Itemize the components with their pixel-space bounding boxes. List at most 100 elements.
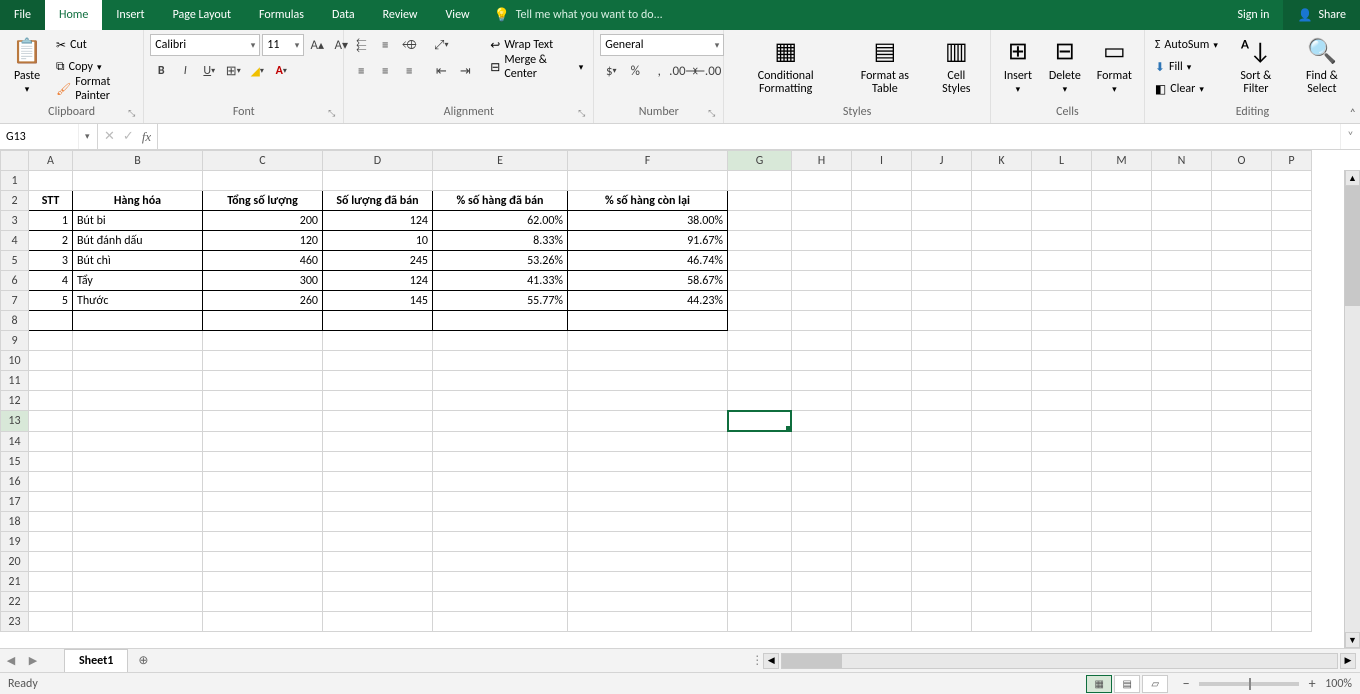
cell-F16[interactable] — [568, 472, 728, 492]
cell-I2[interactable] — [852, 191, 912, 211]
cell-H10[interactable] — [792, 351, 852, 371]
cell-F6[interactable]: 58.67% — [568, 271, 728, 291]
cell-L7[interactable] — [1032, 291, 1092, 311]
cell-C17[interactable] — [203, 492, 323, 512]
cell-I16[interactable] — [852, 472, 912, 492]
cell-M10[interactable] — [1092, 351, 1152, 371]
cell-F3[interactable]: 38.00% — [568, 211, 728, 231]
cell-J14[interactable] — [912, 432, 972, 452]
cell-D10[interactable] — [323, 351, 433, 371]
cell-M6[interactable] — [1092, 271, 1152, 291]
cell-G6[interactable] — [728, 271, 792, 291]
tab-review[interactable]: Review — [369, 0, 432, 30]
scroll-down-button[interactable]: ▼ — [1345, 632, 1360, 648]
cell-M19[interactable] — [1092, 532, 1152, 552]
cell-D8[interactable] — [323, 311, 433, 331]
cell-N16[interactable] — [1152, 472, 1212, 492]
cell-F8[interactable] — [568, 311, 728, 331]
cell-M2[interactable] — [1092, 191, 1152, 211]
cell-O3[interactable] — [1212, 211, 1272, 231]
cell-E22[interactable] — [433, 592, 568, 612]
cell-L14[interactable] — [1032, 432, 1092, 452]
cell-H18[interactable] — [792, 512, 852, 532]
cell-H17[interactable] — [792, 492, 852, 512]
cell-N19[interactable] — [1152, 532, 1212, 552]
cell-O7[interactable] — [1212, 291, 1272, 311]
cell-I18[interactable] — [852, 512, 912, 532]
row-header-11[interactable]: 11 — [1, 371, 29, 391]
cell-O17[interactable] — [1212, 492, 1272, 512]
tab-home[interactable]: Home — [45, 0, 102, 30]
cell-J18[interactable] — [912, 512, 972, 532]
cell-A1[interactable] — [29, 171, 73, 191]
cell-E21[interactable] — [433, 572, 568, 592]
cell-D20[interactable] — [323, 552, 433, 572]
cell-O21[interactable] — [1212, 572, 1272, 592]
row-header-4[interactable]: 4 — [1, 231, 29, 251]
zoom-level[interactable]: 100% — [1325, 677, 1352, 691]
cell-L19[interactable] — [1032, 532, 1092, 552]
horizontal-scrollbar[interactable] — [781, 653, 1338, 669]
cell-C20[interactable] — [203, 552, 323, 572]
cell-F19[interactable] — [568, 532, 728, 552]
cell-G7[interactable] — [728, 291, 792, 311]
cell-B20[interactable] — [73, 552, 203, 572]
cell-I11[interactable] — [852, 371, 912, 391]
cell-O6[interactable] — [1212, 271, 1272, 291]
alignment-launcher[interactable]: ⤡ — [578, 108, 585, 119]
cell-F18[interactable] — [568, 512, 728, 532]
cell-I17[interactable] — [852, 492, 912, 512]
col-header-D[interactable]: D — [323, 151, 433, 171]
cell-C5[interactable]: 460 — [203, 251, 323, 271]
cell-N10[interactable] — [1152, 351, 1212, 371]
col-header-M[interactable]: M — [1092, 151, 1152, 171]
tab-formulas[interactable]: Formulas — [245, 0, 318, 30]
zoom-slider[interactable] — [1199, 682, 1299, 686]
underline-button[interactable]: U▾ — [198, 60, 220, 82]
find-select-button[interactable]: 🔍Find & Select — [1290, 34, 1354, 98]
cell-J15[interactable] — [912, 452, 972, 472]
col-header-O[interactable]: O — [1212, 151, 1272, 171]
cell-F9[interactable] — [568, 331, 728, 351]
cell-C2[interactable]: Tổng số lượng — [203, 191, 323, 211]
cell-D5[interactable]: 245 — [323, 251, 433, 271]
cell-L2[interactable] — [1032, 191, 1092, 211]
cell-D18[interactable] — [323, 512, 433, 532]
cell-C3[interactable]: 200 — [203, 211, 323, 231]
cell-J2[interactable] — [912, 191, 972, 211]
align-left-button[interactable]: ≡ — [350, 60, 372, 82]
cell-O9[interactable] — [1212, 331, 1272, 351]
page-break-view-button[interactable]: ▱ — [1142, 675, 1168, 693]
cell-H12[interactable] — [792, 391, 852, 411]
tab-file[interactable]: File — [0, 0, 45, 30]
cell-G8[interactable] — [728, 311, 792, 331]
cell-K18[interactable] — [972, 512, 1032, 532]
cell-N15[interactable] — [1152, 452, 1212, 472]
cell-G18[interactable] — [728, 512, 792, 532]
cell-A19[interactable] — [29, 532, 73, 552]
cell-A11[interactable] — [29, 371, 73, 391]
row-header-14[interactable]: 14 — [1, 432, 29, 452]
cell-O5[interactable] — [1212, 251, 1272, 271]
cell-P1[interactable] — [1272, 171, 1312, 191]
cell-M23[interactable] — [1092, 612, 1152, 632]
cell-B14[interactable] — [73, 432, 203, 452]
cell-H3[interactable] — [792, 211, 852, 231]
cell-I10[interactable] — [852, 351, 912, 371]
cell-P3[interactable] — [1272, 211, 1312, 231]
cell-M9[interactable] — [1092, 331, 1152, 351]
cell-L1[interactable] — [1032, 171, 1092, 191]
cell-I8[interactable] — [852, 311, 912, 331]
row-header-16[interactable]: 16 — [1, 472, 29, 492]
cell-L11[interactable] — [1032, 371, 1092, 391]
cell-L3[interactable] — [1032, 211, 1092, 231]
scroll-up-button[interactable]: ▲ — [1345, 170, 1360, 186]
cell-A20[interactable] — [29, 552, 73, 572]
cell-F23[interactable] — [568, 612, 728, 632]
cell-O19[interactable] — [1212, 532, 1272, 552]
cell-A9[interactable] — [29, 331, 73, 351]
align-center-button[interactable]: ≡ — [374, 60, 396, 82]
cell-M20[interactable] — [1092, 552, 1152, 572]
cell-P4[interactable] — [1272, 231, 1312, 251]
borders-button[interactable]: ⊞▾ — [222, 60, 244, 82]
